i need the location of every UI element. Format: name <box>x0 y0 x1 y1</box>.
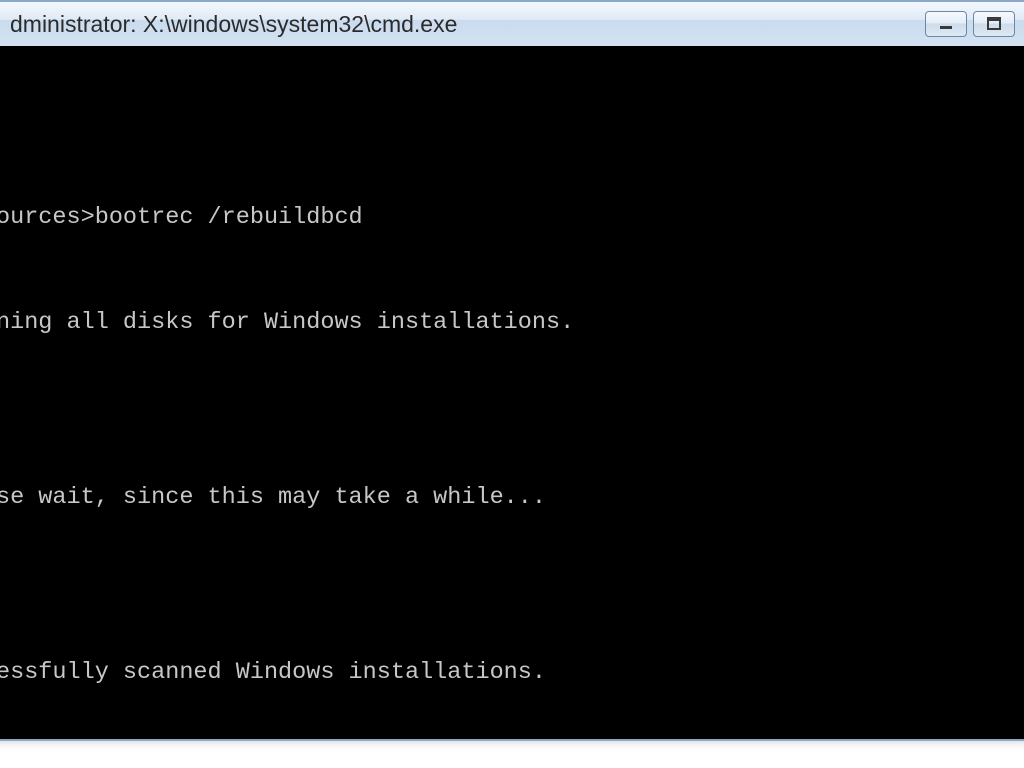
terminal-line: se wait, since this may take a while... <box>0 480 1013 515</box>
minimize-icon <box>938 18 954 30</box>
window-title: dministrator: X:\windows\system32\cmd.ex… <box>10 11 925 38</box>
terminal-line: essfully scanned Windows installations. <box>0 655 1013 690</box>
cmd-window: dministrator: X:\windows\system32\cmd.ex… <box>0 0 1024 741</box>
titlebar[interactable]: dministrator: X:\windows\system32\cmd.ex… <box>0 2 1024 46</box>
maximize-icon <box>986 17 1002 31</box>
terminal-area[interactable]: ources>bootrec /rebuildbcd ning all disk… <box>0 46 1024 739</box>
terminal-line: ning all disks for Windows installations… <box>0 305 1013 340</box>
minimize-button[interactable] <box>925 11 967 37</box>
maximize-button[interactable] <box>973 11 1015 37</box>
terminal-line: ources>bootrec /rebuildbcd <box>0 200 1013 235</box>
window-controls <box>925 11 1015 37</box>
